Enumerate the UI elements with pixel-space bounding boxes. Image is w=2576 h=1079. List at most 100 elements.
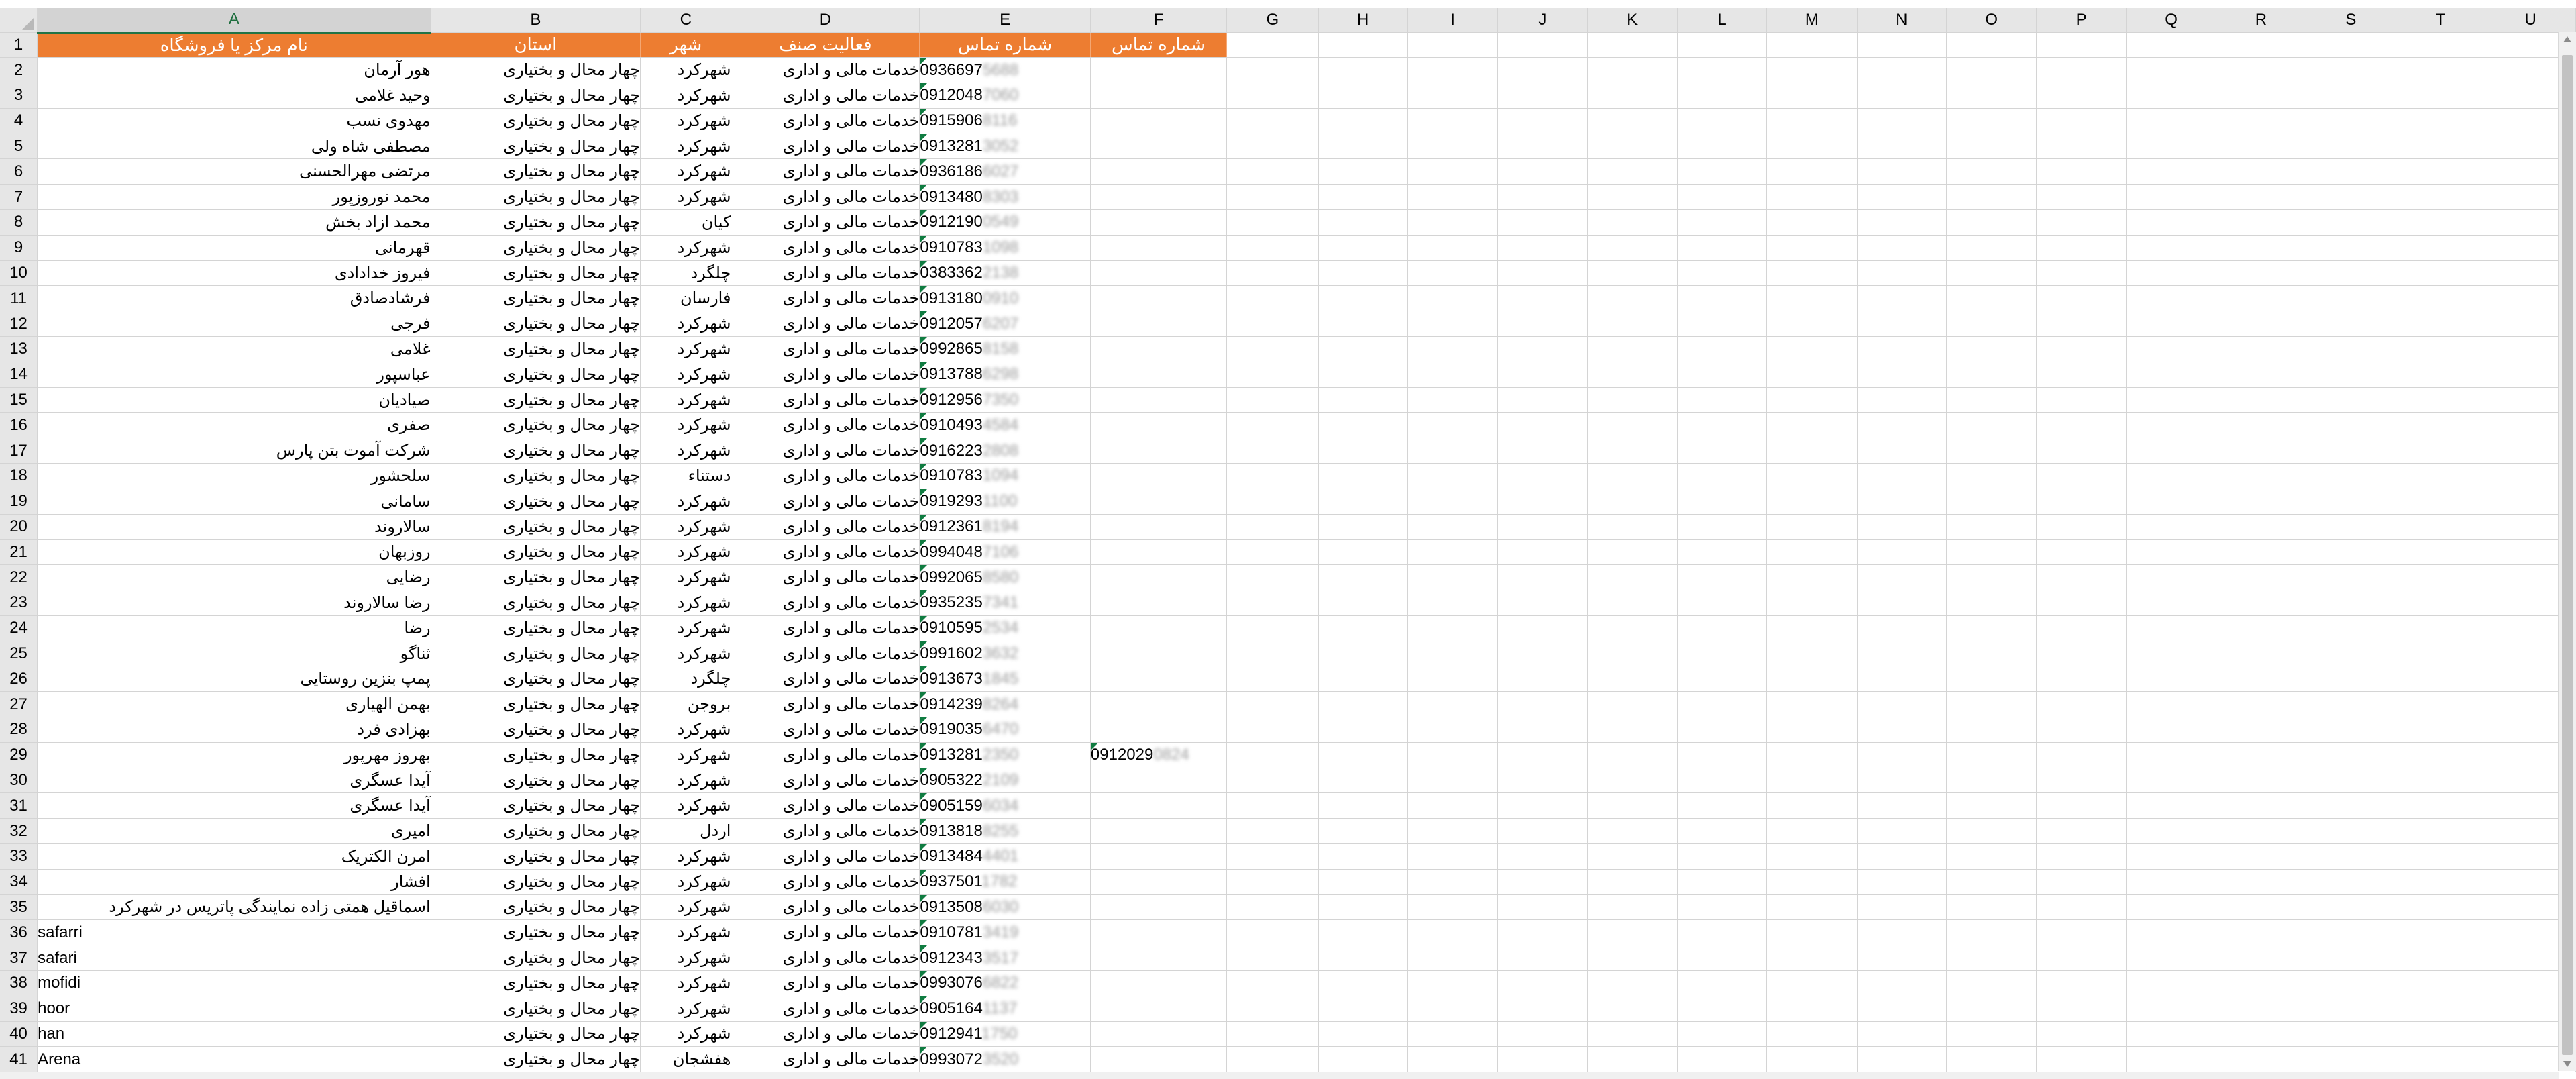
empty-cell[interactable] [2036, 260, 2127, 287]
province-cell[interactable]: چهار محال و بختیاری [431, 564, 641, 591]
vertical-scroll-thumb[interactable] [2562, 55, 2573, 1055]
phone2-cell[interactable] [1090, 57, 1228, 84]
empty-cell[interactable] [1677, 134, 1768, 160]
empty-cell[interactable] [1497, 57, 1588, 84]
city-cell[interactable]: شهرکرد [640, 489, 732, 515]
city-cell[interactable]: کیان [640, 209, 732, 236]
empty-cell[interactable] [2036, 818, 2127, 844]
empty-cell[interactable] [1857, 1021, 1947, 1047]
phone2-cell[interactable] [1090, 336, 1228, 362]
empty-cell[interactable] [2396, 134, 2486, 160]
empty-cell[interactable] [1318, 285, 1408, 312]
empty-cell[interactable] [2216, 894, 2306, 921]
empty-cell[interactable] [2396, 158, 2486, 185]
empty-cell[interactable] [2216, 539, 2306, 566]
phone-cell[interactable]: 09162232808 [919, 438, 1091, 464]
empty-cell[interactable] [1587, 564, 1678, 591]
column-header-b[interactable]: B [431, 8, 641, 33]
empty-cell[interactable] [1407, 768, 1499, 794]
empty-cell[interactable] [1318, 717, 1408, 743]
empty-cell[interactable] [2216, 514, 2306, 540]
empty-cell[interactable] [1677, 1046, 1768, 1073]
empty-cell[interactable] [1407, 996, 1499, 1022]
phone-cell[interactable]: 09142398264 [919, 691, 1091, 718]
empty-cell[interactable] [2036, 742, 2127, 768]
empty-cell[interactable] [1226, 869, 1319, 895]
empty-cell[interactable] [1857, 235, 1947, 261]
province-cell[interactable]: چهار محال و بختیاری [431, 387, 641, 413]
empty-cell[interactable] [1677, 691, 1768, 718]
empty-cell[interactable] [2216, 869, 2306, 895]
province-cell[interactable]: چهار محال و بختیاری [431, 108, 641, 134]
province-cell[interactable]: چهار محال و بختیاری [431, 489, 641, 515]
row-header[interactable]: 16 [0, 412, 38, 439]
empty-cell[interactable] [2396, 463, 2486, 489]
empty-cell[interactable] [1677, 285, 1768, 312]
empty-cell[interactable] [1497, 717, 1588, 743]
empty-cell[interactable] [1677, 438, 1768, 464]
phone-cell[interactable]: 09123433517 [919, 945, 1091, 971]
empty-cell[interactable] [1587, 209, 1678, 236]
province-cell[interactable]: چهار محال و بختیاری [431, 970, 641, 996]
empty-cell[interactable] [1766, 438, 1858, 464]
empty-cell[interactable] [1766, 843, 1858, 870]
store-name-cell[interactable]: امیری [37, 818, 431, 844]
column-header-u[interactable]: U [2485, 8, 2576, 33]
empty-cell[interactable] [1318, 83, 1408, 109]
row-header[interactable]: 6 [0, 158, 38, 185]
province-cell[interactable]: چهار محال و بختیاری [431, 134, 641, 160]
empty-cell[interactable] [1946, 666, 2037, 692]
empty-cell[interactable] [2216, 970, 2306, 996]
row-header[interactable]: 9 [0, 235, 38, 261]
empty-cell[interactable] [1497, 311, 1588, 338]
empty-cell[interactable] [1226, 818, 1319, 844]
horizontal-scrollbar[interactable] [0, 1072, 2559, 1079]
empty-cell[interactable] [1497, 970, 1588, 996]
empty-cell[interactable] [2216, 209, 2306, 236]
empty-cell[interactable] [1677, 945, 1768, 971]
activity-cell[interactable]: خدمات مالی و اداری [731, 691, 920, 718]
city-cell[interactable]: شهرکرد [640, 919, 732, 946]
empty-cell[interactable] [1857, 666, 1947, 692]
empty-cell[interactable] [2126, 336, 2217, 362]
header-cell-b[interactable]: استان [431, 32, 641, 58]
empty-cell[interactable] [1318, 996, 1408, 1022]
empty-cell[interactable] [1946, 362, 2037, 388]
phone2-cell[interactable] [1090, 362, 1228, 388]
empty-cell[interactable] [1497, 134, 1588, 160]
phone-cell[interactable]: 09107831094 [919, 463, 1091, 489]
empty-cell[interactable] [1407, 362, 1499, 388]
store-name-cell[interactable]: صفری [37, 412, 431, 439]
empty-cell[interactable] [2396, 869, 2486, 895]
store-name-cell[interactable]: mofidi [37, 970, 431, 996]
phone-cell[interactable]: 09930723520 [919, 1046, 1091, 1073]
empty-cell[interactable] [1226, 32, 1319, 58]
empty-cell[interactable] [1946, 564, 2037, 591]
empty-cell[interactable] [1318, 843, 1408, 870]
empty-cell[interactable] [1318, 970, 1408, 996]
activity-cell[interactable]: خدمات مالی و اداری [731, 514, 920, 540]
empty-cell[interactable] [1766, 311, 1858, 338]
empty-cell[interactable] [1318, 336, 1408, 362]
empty-cell[interactable] [2396, 615, 2486, 641]
empty-cell[interactable] [2036, 336, 2127, 362]
empty-cell[interactable] [1226, 438, 1319, 464]
city-cell[interactable]: شهرکرد [640, 996, 732, 1022]
store-name-cell[interactable]: شرکت آموت بتن پارس [37, 438, 431, 464]
empty-cell[interactable] [1677, 57, 1768, 84]
empty-cell[interactable] [1318, 691, 1408, 718]
empty-cell[interactable] [1946, 514, 2037, 540]
empty-cell[interactable] [1587, 108, 1678, 134]
row-header[interactable]: 18 [0, 463, 38, 489]
empty-cell[interactable] [1497, 742, 1588, 768]
empty-cell[interactable] [1946, 919, 2037, 946]
empty-cell[interactable] [2036, 412, 2127, 439]
empty-cell[interactable] [2126, 184, 2217, 211]
empty-cell[interactable] [1946, 869, 2037, 895]
empty-cell[interactable] [2036, 57, 2127, 84]
activity-cell[interactable]: خدمات مالی و اداری [731, 894, 920, 921]
empty-cell[interactable] [2036, 158, 2127, 185]
empty-cell[interactable] [1407, 158, 1499, 185]
phone2-cell[interactable] [1090, 438, 1228, 464]
phone-cell[interactable]: 09132813052 [919, 134, 1091, 160]
